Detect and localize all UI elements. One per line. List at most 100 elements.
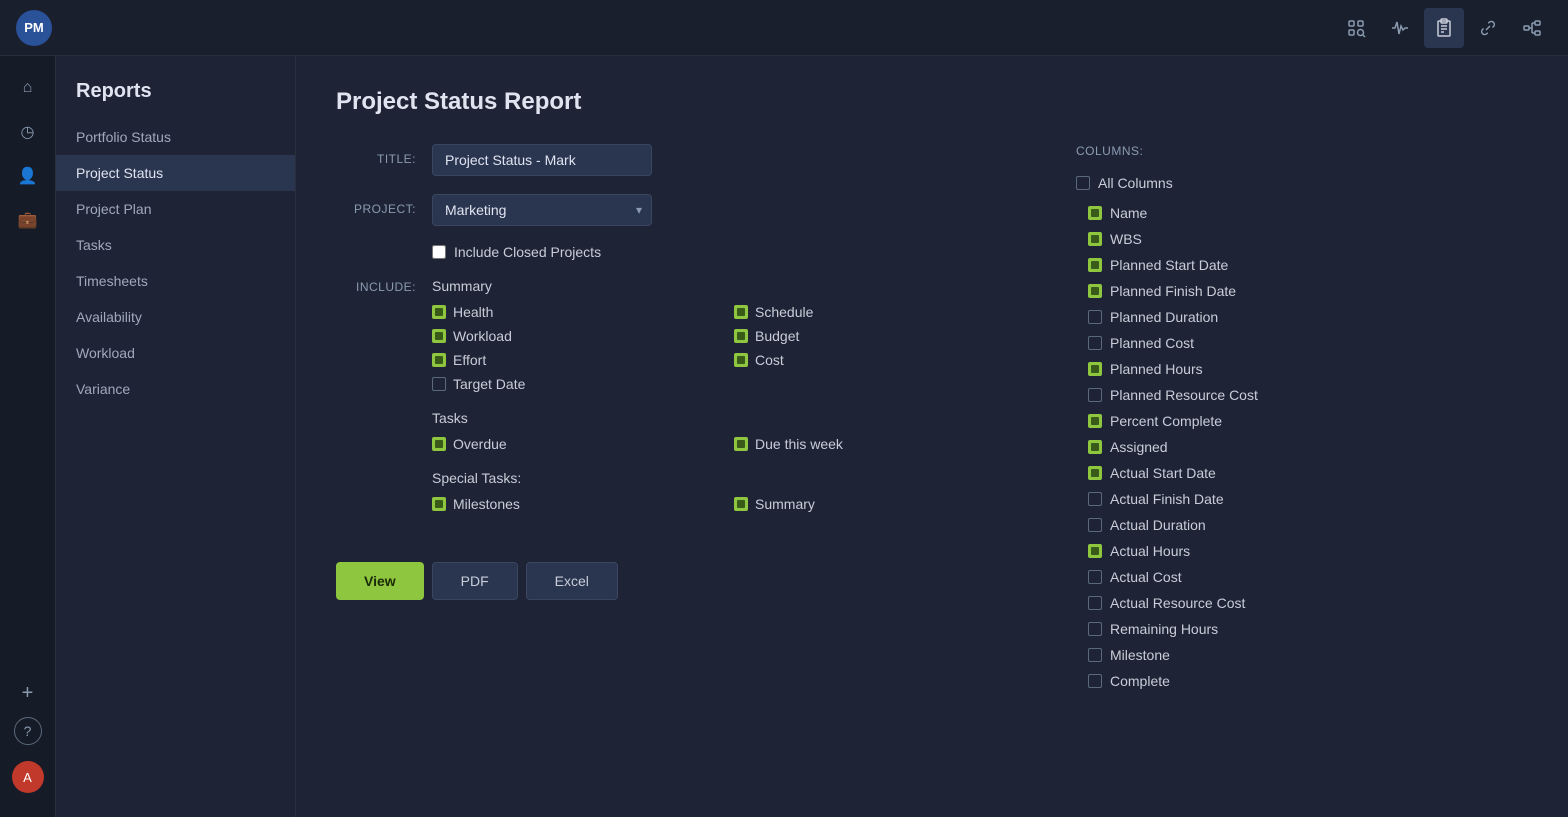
summary-tasks-label: Summary [755,496,815,512]
effort-label: Effort [453,352,486,368]
include-item-milestones: Milestones [432,496,714,512]
view-button[interactable]: View [336,562,424,600]
col-name-checkbox[interactable] [1088,206,1102,220]
form-area: TITLE: PROJECT: Marketing Development De… [336,144,1528,690]
include-content: Summary Health Schedule [432,278,1016,530]
health-checkbox-icon[interactable] [432,305,446,319]
column-planned-finish-date: Planned Finish Date [1076,278,1352,304]
columns-panel: COLUMNS: All Columns Name [1076,144,1356,690]
col-remaining-hours-checkbox[interactable] [1088,622,1102,636]
overdue-checkbox-icon[interactable] [432,437,446,451]
scan-icon-btn[interactable] [1336,8,1376,48]
column-planned-hours: Planned Hours [1076,356,1352,382]
sidebar-item-timesheets[interactable]: Timesheets [56,263,295,299]
col-milestone-label: Milestone [1110,647,1170,663]
clipboard-icon-btn[interactable] [1424,8,1464,48]
col-actual-cost-checkbox[interactable] [1088,570,1102,584]
project-label: PROJECT: [336,194,416,216]
sidebar-item-project-plan[interactable]: Project Plan [56,191,295,227]
sidebar-item-project-status[interactable]: Project Status [56,155,295,191]
column-planned-start-date: Planned Start Date [1076,252,1352,278]
col-planned-cost-checkbox[interactable] [1088,336,1102,350]
link-icon-btn[interactable] [1468,8,1508,48]
include-item-effort: Effort [432,352,714,368]
include-item-overdue: Overdue [432,436,714,452]
pulse-icon-btn[interactable] [1380,8,1420,48]
column-planned-duration: Planned Duration [1076,304,1352,330]
people-icon-btn[interactable]: 👤 [8,156,48,196]
pdf-button[interactable]: PDF [432,562,518,600]
column-actual-hours: Actual Hours [1076,538,1352,564]
due-this-week-checkbox-icon[interactable] [734,437,748,451]
tasks-grid: Overdue Due this week [432,436,1016,452]
special-tasks-subtitle: Special Tasks: [432,470,1016,486]
excel-button[interactable]: Excel [526,562,618,600]
col-actual-finish-checkbox[interactable] [1088,492,1102,506]
include-closed-label: Include Closed Projects [454,244,601,260]
cost-checkbox-icon[interactable] [734,353,748,367]
title-input[interactable] [432,144,652,176]
include-item-workload: Workload [432,328,714,344]
column-planned-resource-cost: Planned Resource Cost [1076,382,1352,408]
project-select[interactable]: Marketing Development Design [432,194,652,226]
column-milestone: Milestone [1076,642,1352,668]
summary-tasks-checkbox-icon[interactable] [734,497,748,511]
include-closed-row: Include Closed Projects [432,244,1016,260]
col-planned-hours-checkbox[interactable] [1088,362,1102,376]
summary-subtitle: Summary [432,278,1016,294]
col-actual-resource-cost-checkbox[interactable] [1088,596,1102,610]
col-planned-finish-checkbox[interactable] [1088,284,1102,298]
col-actual-resource-cost-label: Actual Resource Cost [1110,595,1245,611]
column-percent-complete: Percent Complete [1076,408,1352,434]
col-actual-duration-checkbox[interactable] [1088,518,1102,532]
col-planned-duration-label: Planned Duration [1110,309,1218,325]
col-complete-checkbox[interactable] [1088,674,1102,688]
col-wbs-checkbox[interactable] [1088,232,1102,246]
col-actual-start-checkbox[interactable] [1088,466,1102,480]
col-milestone-checkbox[interactable] [1088,648,1102,662]
col-assigned-checkbox[interactable] [1088,440,1102,454]
column-wbs: WBS [1076,226,1352,252]
col-remaining-hours-label: Remaining Hours [1110,621,1218,637]
help-icon-btn[interactable]: ? [14,717,42,745]
sidebar-item-portfolio-status[interactable]: Portfolio Status [56,119,295,155]
col-actual-start-label: Actual Start Date [1110,465,1216,481]
include-closed-checkbox[interactable] [432,245,446,259]
budget-checkbox-icon[interactable] [734,329,748,343]
col-planned-resource-cost-label: Planned Resource Cost [1110,387,1258,403]
clock-icon-btn[interactable]: ◷ [8,112,48,152]
include-item-health: Health [432,304,714,320]
toolbar: PM [0,0,1568,56]
col-planned-cost-label: Planned Cost [1110,335,1194,351]
user-avatar[interactable]: A [12,761,44,793]
sidebar-item-availability[interactable]: Availability [56,299,295,335]
target-date-checkbox-icon[interactable] [432,377,446,391]
add-icon-btn[interactable]: + [8,673,48,713]
include-label: INCLUDE: [336,278,416,294]
sidebar-item-workload[interactable]: Workload [56,335,295,371]
milestones-checkbox-icon[interactable] [432,497,446,511]
effort-checkbox-icon[interactable] [432,353,446,367]
form-left: TITLE: PROJECT: Marketing Development De… [336,144,1016,690]
col-actual-hours-checkbox[interactable] [1088,544,1102,558]
col-planned-resource-cost-checkbox[interactable] [1088,388,1102,402]
col-planned-start-checkbox[interactable] [1088,258,1102,272]
app-logo[interactable]: PM [16,10,52,46]
column-remaining-hours: Remaining Hours [1076,616,1352,642]
briefcase-icon-btn[interactable]: 💼 [8,200,48,240]
title-row: TITLE: [336,144,1016,176]
branch-icon-btn[interactable] [1512,8,1552,48]
tasks-subtitle: Tasks [432,410,1016,426]
col-percent-complete-checkbox[interactable] [1088,414,1102,428]
home-icon-btn[interactable]: ⌂ [8,68,48,108]
include-item-budget: Budget [734,328,1016,344]
schedule-checkbox-icon[interactable] [734,305,748,319]
all-columns-checkbox[interactable] [1076,176,1090,190]
columns-scroll[interactable]: All Columns Name WBS Plan [1076,170,1356,690]
col-name-label: Name [1110,205,1147,221]
col-planned-duration-checkbox[interactable] [1088,310,1102,324]
include-item-cost: Cost [734,352,1016,368]
workload-checkbox-icon[interactable] [432,329,446,343]
sidebar-item-variance[interactable]: Variance [56,371,295,407]
sidebar-item-tasks[interactable]: Tasks [56,227,295,263]
